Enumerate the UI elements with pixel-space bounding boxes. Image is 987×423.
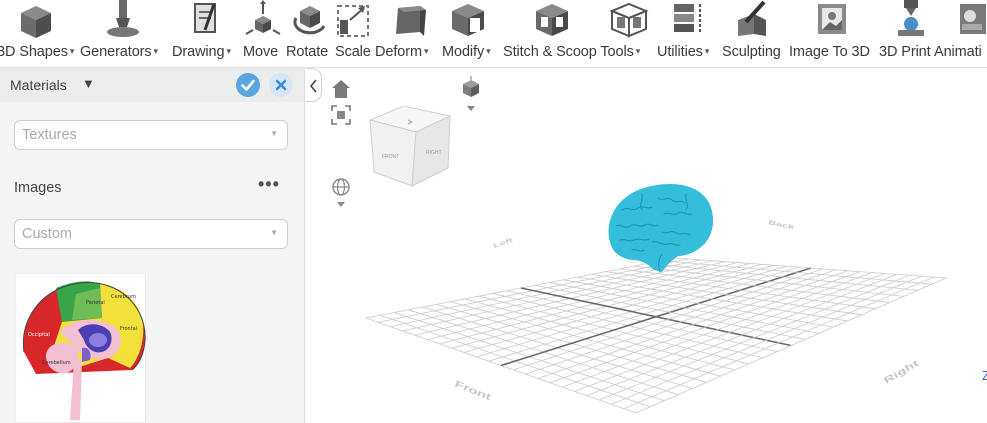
menu-scale[interactable]: Scale — [335, 44, 371, 64]
grid-line — [611, 275, 922, 405]
3d-viewport[interactable]: FRONT RIGHT Left Back Front Right Z — [306, 68, 987, 423]
menu-3d-shapes[interactable]: 3D Shapes ▾ — [0, 44, 74, 64]
svg-text:Frontal: Frontal — [120, 326, 137, 332]
axis-label-front: Front — [453, 379, 492, 403]
menu-generators[interactable]: Generators ▾ — [80, 44, 158, 64]
chevron-down-icon: ▾ — [226, 46, 232, 56]
deform-icon[interactable] — [390, 0, 428, 40]
chevron-down-icon: ▾ — [486, 46, 491, 56]
menu-label: Utilities — [657, 44, 703, 60]
menu-label: Modify — [442, 44, 485, 60]
menu-label: 3D Print — [879, 44, 931, 60]
grid-line — [635, 277, 947, 414]
images-section-label: Images — [14, 180, 62, 196]
move-icon[interactable] — [244, 0, 282, 40]
menu-label: Stitch & Scoop Tools — [503, 44, 634, 60]
stamp-icon[interactable] — [103, 0, 143, 40]
menu-label: Image To 3D — [789, 44, 870, 60]
brain-diagram-image: Parietal Cerebrum Occipital Frontal Cere… — [22, 281, 146, 420]
modify-icon[interactable] — [448, 0, 488, 40]
main-toolbar: 3D Shapes ▾ Generators ▾ Drawing ▾ Move Rot… — [0, 0, 987, 68]
custom-select[interactable]: Custom ▼ — [14, 219, 288, 249]
axis-label-back: Back — [768, 219, 795, 231]
menu-deform[interactable]: Deform ▾ — [375, 44, 428, 64]
materials-panel: Materials ▼ Textures ▼ Images ••• Custom… — [0, 68, 305, 423]
menu-modify[interactable]: Modify ▾ — [442, 44, 491, 64]
image-to-3d-icon[interactable] — [812, 0, 852, 40]
axis-label-left: Left — [492, 237, 513, 250]
drawing-icon[interactable] — [188, 0, 224, 40]
svg-text:Cerebellum: Cerebellum — [42, 360, 71, 366]
menu-label: Deform — [375, 44, 422, 60]
menu-move[interactable]: Move — [243, 44, 278, 64]
confirm-button[interactable] — [236, 73, 260, 97]
chevron-down-icon: ▾ — [423, 46, 429, 56]
svg-text:Occipital: Occipital — [28, 332, 50, 338]
menu-label: Drawing — [172, 44, 225, 60]
brain-3d-model[interactable] — [602, 180, 722, 280]
menu-3d-print[interactable]: 3D Print — [879, 44, 931, 64]
chevron-down-icon: ▾ — [635, 46, 641, 56]
close-button[interactable] — [269, 73, 293, 97]
menu-drawing[interactable]: Drawing ▾ — [172, 44, 231, 64]
panel-title[interactable]: Materials — [10, 77, 67, 93]
caret-down-icon[interactable]: ▼ — [82, 76, 95, 91]
menu-stitch-scoop-tools[interactable]: Stitch & Scoop Tools ▾ — [503, 44, 640, 64]
menu-rotate[interactable]: Rotate — [286, 44, 328, 64]
menu-sculpting[interactable]: Sculpting — [722, 44, 781, 64]
cube-icon[interactable] — [15, 0, 57, 40]
more-options-button[interactable]: ••• — [258, 174, 280, 195]
grid-line — [549, 282, 820, 334]
chevron-down-icon: ▾ — [69, 46, 75, 56]
chevron-down-icon: ▾ — [153, 46, 159, 56]
menu-label: Move — [243, 44, 279, 60]
axis-label-right: Right — [882, 358, 920, 386]
menu-label: Rotate — [286, 44, 329, 60]
textures-select[interactable]: Textures ▼ — [14, 120, 288, 150]
check-icon — [241, 79, 255, 91]
menu-label: Scale — [335, 44, 371, 60]
chevron-down-icon: ▾ — [704, 46, 710, 56]
scale-icon[interactable] — [334, 0, 372, 40]
custom-placeholder: Custom — [22, 226, 72, 242]
menu-label: Sculpting — [722, 44, 781, 60]
coordinate-glyph: Z — [982, 368, 987, 383]
scoop-icon[interactable] — [608, 0, 650, 40]
grid-line — [562, 272, 873, 388]
svg-text:Parietal: Parietal — [86, 300, 105, 306]
menu-animation[interactable]: Animati — [934, 44, 982, 64]
svg-text:Cerebrum: Cerebrum — [111, 294, 136, 300]
sculpt-icon[interactable] — [732, 0, 772, 40]
stitch-icon[interactable] — [532, 0, 572, 40]
menu-utilities[interactable]: Utilities ▾ — [657, 44, 709, 64]
textures-placeholder: Textures — [22, 127, 77, 143]
menu-image-to-3d[interactable]: Image To 3D — [789, 44, 870, 64]
utilities-icon[interactable] — [666, 0, 706, 40]
print-icon[interactable] — [894, 0, 928, 40]
menu-label: 3D Shapes — [0, 44, 68, 60]
grid-line — [623, 276, 934, 410]
chevron-down-icon: ▼ — [270, 228, 278, 237]
close-icon — [275, 79, 287, 91]
chevron-down-icon: ▼ — [270, 129, 278, 138]
menu-label: Generators — [80, 44, 152, 60]
panel-header: Materials ▼ — [0, 68, 304, 102]
animation-icon[interactable] — [956, 0, 987, 40]
menu-label: Animati — [934, 44, 982, 60]
rotate-icon[interactable] — [288, 0, 328, 40]
grid-line — [549, 271, 861, 384]
brain-diagram-thumbnail[interactable]: Parietal Cerebrum Occipital Frontal Cere… — [15, 273, 146, 423]
